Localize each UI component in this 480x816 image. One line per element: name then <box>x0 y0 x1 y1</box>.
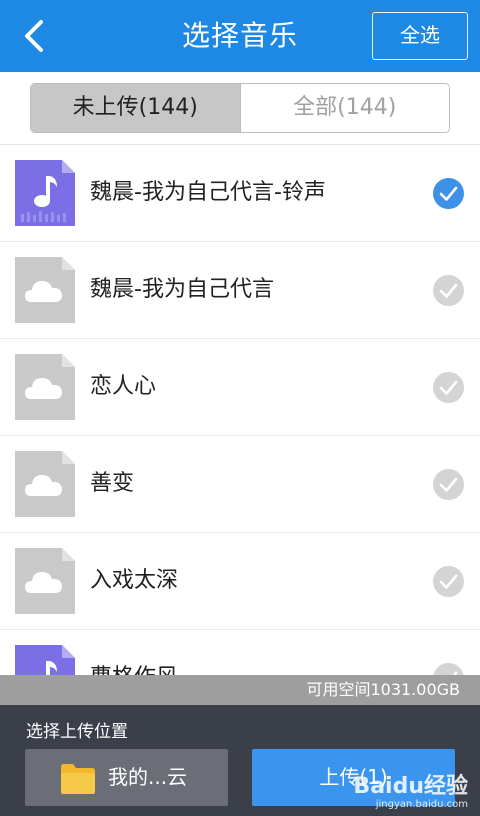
checkbox[interactable] <box>433 663 464 675</box>
upload-location-text: 我的...云 <box>108 765 188 789</box>
cloud-file-icon <box>15 257 75 323</box>
watermark: Baidu经验 jingyan.baidu.com <box>353 776 468 812</box>
song-title: 善变 <box>90 471 135 496</box>
music-file-icon <box>15 160 75 226</box>
checkbox[interactable] <box>433 566 464 597</box>
song-row[interactable]: 曹格作风 <box>0 630 480 675</box>
tab-all[interactable]: 全部(144) <box>239 84 449 132</box>
select-all-button[interactable]: 全选 <box>372 12 468 60</box>
check-icon <box>439 477 458 492</box>
folder-icon <box>61 764 95 794</box>
watermark-url: jingyan.baidu.com <box>375 799 468 810</box>
checkbox[interactable] <box>433 275 464 306</box>
song-title: 魏晨-我为自己代言 <box>90 277 274 302</box>
back-button[interactable] <box>14 14 58 58</box>
song-title: 魏晨-我为自己代言-铃声 <box>90 180 326 205</box>
storage-available: 可用空间1031.00GB <box>0 675 480 705</box>
watermark-brand: Baidu经验 <box>353 774 468 799</box>
cloud-file-icon <box>15 354 75 420</box>
checkbox[interactable] <box>433 469 464 500</box>
song-row[interactable]: 善变 <box>0 436 480 533</box>
song-row[interactable]: 魏晨-我为自己代言-铃声 <box>0 145 480 242</box>
cloud-file-icon <box>15 451 75 517</box>
checkbox[interactable] <box>433 178 464 209</box>
check-icon <box>439 186 458 201</box>
upload-location-label: 选择上传位置 <box>26 722 128 742</box>
check-icon <box>452 671 458 675</box>
song-title: 恋人心 <box>90 374 157 399</box>
song-title: 曹格作风 <box>90 630 178 675</box>
check-icon <box>439 380 458 395</box>
check-icon <box>439 283 458 298</box>
song-row[interactable]: 入戏太深 <box>0 533 480 630</box>
song-row[interactable]: 恋人心 <box>0 339 480 436</box>
cloud-file-icon <box>15 548 75 614</box>
header-bar: 选择音乐 全选 <box>0 0 480 72</box>
upload-panel: 选择上传位置 我的...云 上传(1) Baidu经验 jingyan.baid… <box>0 705 480 816</box>
song-row[interactable]: 魏晨-我为自己代言 <box>0 242 480 339</box>
song-list: 魏晨-我为自己代言-铃声 魏晨-我为自己代言 恋人心 善变 入戏太深 <box>0 145 480 675</box>
tab-not-uploaded[interactable]: 未上传(144) <box>31 84 240 132</box>
tab-bar: 未上传(144) 全部(144) <box>0 72 480 145</box>
chevron-left-icon <box>25 20 43 52</box>
checkbox[interactable] <box>433 372 464 403</box>
music-file-icon <box>15 645 75 675</box>
upload-location-button[interactable]: 我的...云 <box>25 749 228 806</box>
segmented-control: 未上传(144) 全部(144) <box>30 83 450 133</box>
check-icon <box>439 574 458 589</box>
song-title: 入戏太深 <box>90 568 179 593</box>
